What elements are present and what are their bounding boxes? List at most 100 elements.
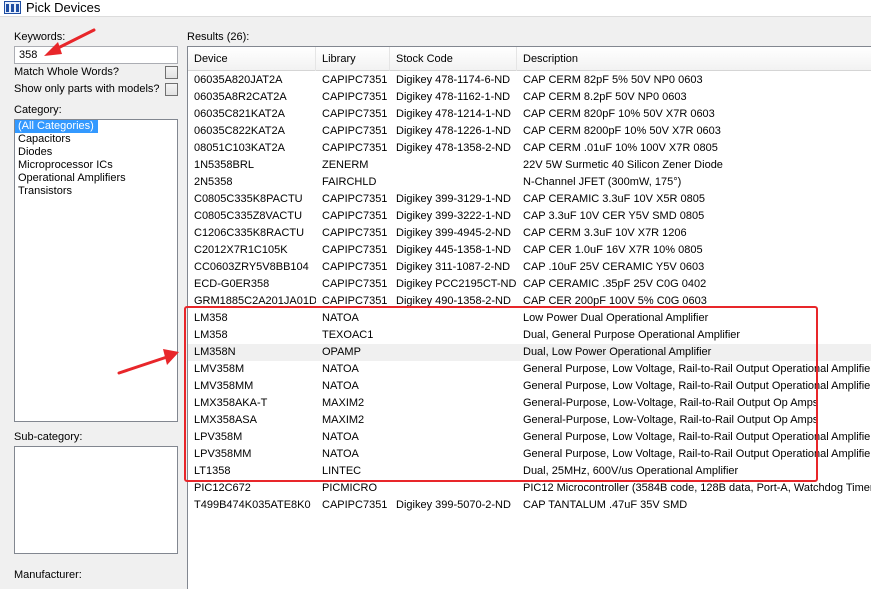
category-item-all[interactable]: (All Categories) — [15, 120, 98, 133]
category-item-transistors[interactable]: Transistors — [15, 185, 177, 198]
cell-device: LPV358M — [194, 431, 243, 443]
cell-library: CAPIPC7351 — [322, 142, 388, 154]
cell-description: CAP CERM .01uF 10% 100V X7R 0805 — [523, 142, 718, 154]
cell-device: LT1358 — [194, 465, 231, 477]
cell-library: CAPIPC7351 — [322, 74, 388, 86]
cell-description: CAP CERM 8.2pF 50V NP0 0603 — [523, 91, 687, 103]
table-row[interactable]: 06035C822KAT2A CAPIPC7351 Digikey 478-1226… — [188, 123, 871, 140]
cell-description: CAP CERM 8200pF 10% 50V X7R 0603 — [523, 125, 721, 137]
cell-description: N-Channel JFET (300mW, 175°) — [523, 176, 682, 188]
table-row[interactable]: LMV358MM NATOA General Purpose, Low Voltag… — [188, 378, 871, 395]
table-row[interactable]: LPV358M NATOA General Purpose, Low Voltage… — [188, 429, 871, 446]
table-row[interactable]: LM358 TEXOAC1 Dual, General Purpose Operat… — [188, 327, 871, 344]
cell-device: LM358 — [194, 329, 228, 341]
subcategory-list[interactable] — [14, 446, 178, 554]
cell-library: NATOA — [322, 431, 359, 443]
cell-stock-code: Digikey 478-1214-1-ND — [396, 108, 511, 120]
cell-stock-code: Digikey 399-5070-2-ND — [396, 499, 511, 511]
table-row[interactable]: LMX358ASA MAXIM2 General-Purpose, Low-Volt… — [188, 412, 871, 429]
cell-description: CAP CERM 820pF 10% 50V X7R 0603 — [523, 108, 715, 120]
table-row[interactable]: CC0603ZRY5V8BB104 CAPIPC7351 Digikey 311-1… — [188, 259, 871, 276]
cell-description: General Purpose, Low Voltage, Rail-to-Ra… — [523, 431, 871, 443]
table-row[interactable]: 1N5358BRL ZENERM 22V 5W Surmetic 40 Silico… — [188, 157, 871, 174]
table-row[interactable]: 06035A8R2CAT2A CAPIPC7351 Digikey 478-1162… — [188, 89, 871, 106]
cell-description: CAP TANTALUM .47uF 35V SMD — [523, 499, 688, 511]
cell-library: CAPIPC7351 — [322, 210, 388, 222]
cell-description: PIC12 Microcontroller (3584B code, 128B … — [523, 482, 871, 494]
cell-device: LPV358MM — [194, 448, 252, 460]
table-row[interactable]: C1206C335K8RACTU CAPIPC7351 Digikey 399-49… — [188, 225, 871, 242]
table-row[interactable]: T499B474K035ATE8K0 CAPIPC7351 Digikey 399-… — [188, 497, 871, 514]
table-row[interactable]: 06035A820JAT2A CAPIPC7351 Digikey 478-1174… — [188, 72, 871, 89]
cell-stock-code: Digikey 478-1174-6-ND — [396, 74, 511, 86]
table-row[interactable]: LMV358M NATOA General Purpose, Low Voltage… — [188, 361, 871, 378]
app-logo-icon — [4, 1, 21, 14]
cell-stock-code: Digikey 399-3129-1-ND — [396, 193, 511, 205]
table-row[interactable]: LMX358AKA-T MAXIM2 General-Purpose, Low-Vo… — [188, 395, 871, 412]
table-row[interactable]: ECD-G0ER358 CAPIPC7351 Digikey PCC2195CT-N… — [188, 276, 871, 293]
category-list[interactable]: (All Categories) Capacitors Diodes Micro… — [14, 119, 178, 422]
only-models-checkbox[interactable] — [165, 83, 178, 96]
cell-device: 06035C822KAT2A — [194, 125, 285, 137]
category-item-capacitors[interactable]: Capacitors — [15, 133, 177, 146]
cell-device: 2N5358 — [194, 176, 233, 188]
category-item-operational-amplifiers[interactable]: Operational Amplifiers — [15, 172, 177, 185]
cell-description: CAP CER 200pF 100V 5% C0G 0603 — [523, 295, 707, 307]
cell-device: PIC12C672 — [194, 482, 251, 494]
cell-device: CC0603ZRY5V8BB104 — [194, 261, 309, 273]
match-whole-words-checkbox[interactable] — [165, 66, 178, 79]
table-row[interactable]: LM358 NATOA Low Power Dual Operational Amp… — [188, 310, 871, 327]
cell-library: PICMICRO — [322, 482, 377, 494]
cell-library: CAPIPC7351 — [322, 499, 388, 511]
cell-device: GRM1885C2A201JA01D — [194, 295, 316, 307]
table-row[interactable]: 2N5358 FAIRCHLD N-Channel JFET (300mW, 175… — [188, 174, 871, 191]
cell-description: CAP 3.3uF 10V CER Y5V SMD 0805 — [523, 210, 705, 222]
cell-stock-code: Digikey 445-1358-1-ND — [396, 244, 511, 256]
table-row[interactable]: PIC12C672 PICMICRO PIC12 Microcontroller (… — [188, 480, 871, 497]
only-models-label: Show only parts with models? — [14, 83, 160, 95]
category-item-diodes[interactable]: Diodes — [15, 146, 177, 159]
table-row[interactable]: C0805C335Z8VACTU CAPIPC7351 Digikey 399-32… — [188, 208, 871, 225]
cell-device: T499B474K035ATE8K0 — [194, 499, 311, 511]
cell-stock-code: Digikey 490-1358-2-ND — [396, 295, 511, 307]
table-row[interactable]: C0805C335K8PACTU CAPIPC7351 Digikey 399-31… — [188, 191, 871, 208]
cell-stock-code: Digikey 399-3222-1-ND — [396, 210, 511, 222]
column-header-stock-code[interactable]: Stock Code — [390, 47, 517, 71]
column-header-device[interactable]: Device — [188, 47, 316, 71]
match-whole-words-label: Match Whole Words? — [14, 66, 119, 78]
cell-device: C2012X7R1C105K — [194, 244, 288, 256]
cell-device: LMV358MM — [194, 380, 254, 392]
table-row[interactable]: LPV358MM NATOA General Purpose, Low Voltag… — [188, 446, 871, 463]
column-header-description[interactable]: Description — [517, 47, 871, 71]
cell-library: NATOA — [322, 448, 359, 460]
cell-description: Dual, Low Power Operational Amplifier — [523, 346, 712, 358]
table-row[interactable]: C2012X7R1C105K CAPIPC7351 Digikey 445-1358… — [188, 242, 871, 259]
cell-description: CAP CER 1.0uF 16V X7R 10% 0805 — [523, 244, 703, 256]
table-row[interactable]: GRM1885C2A201JA01D CAPIPC7351 Digikey 490-… — [188, 293, 871, 310]
cell-library: CAPIPC7351 — [322, 295, 388, 307]
manufacturer-label: Manufacturer: — [14, 569, 82, 581]
table-row[interactable]: LT1358 LINTEC Dual, 25MHz, 600V/us Operati… — [188, 463, 871, 480]
cell-library: FAIRCHLD — [322, 176, 377, 188]
cell-library: CAPIPC7351 — [322, 244, 388, 256]
results-table[interactable]: Device Library Stock Code Description 06… — [187, 46, 871, 589]
cell-library: TEXOAC1 — [322, 329, 374, 341]
keywords-input[interactable]: 358 — [14, 46, 178, 64]
cell-stock-code: Digikey PCC2195CT-ND — [396, 278, 517, 290]
table-row[interactable]: LM358N OPAMP Dual, Low Power Operational A… — [188, 344, 871, 361]
table-row[interactable]: 08051C103KAT2A CAPIPC7351 Digikey 478-1358… — [188, 140, 871, 157]
results-body: 06035A820JAT2A CAPIPC7351 Digikey 478-1174… — [188, 72, 871, 514]
title-bar: Pick Devices — [0, 0, 871, 17]
cell-library: LINTEC — [322, 465, 362, 477]
keywords-label: Keywords: — [14, 31, 66, 43]
table-row[interactable]: 06035C821KAT2A CAPIPC7351 Digikey 478-1214… — [188, 106, 871, 123]
keywords-value: 358 — [19, 49, 38, 61]
results-label: Results (26): — [187, 31, 250, 43]
cell-device: ECD-G0ER358 — [194, 278, 270, 290]
column-header-library[interactable]: Library — [316, 47, 390, 71]
category-item-microprocessor-ics[interactable]: Microprocessor ICs — [15, 159, 177, 172]
cell-library: ZENERM — [322, 159, 369, 171]
cell-description: Dual, 25MHz, 600V/us Operational Amplifi… — [523, 465, 739, 477]
cell-description: 22V 5W Surmetic 40 Silicon Zener Diode — [523, 159, 723, 171]
cell-description: Dual, General Purpose Operational Amplif… — [523, 329, 741, 341]
